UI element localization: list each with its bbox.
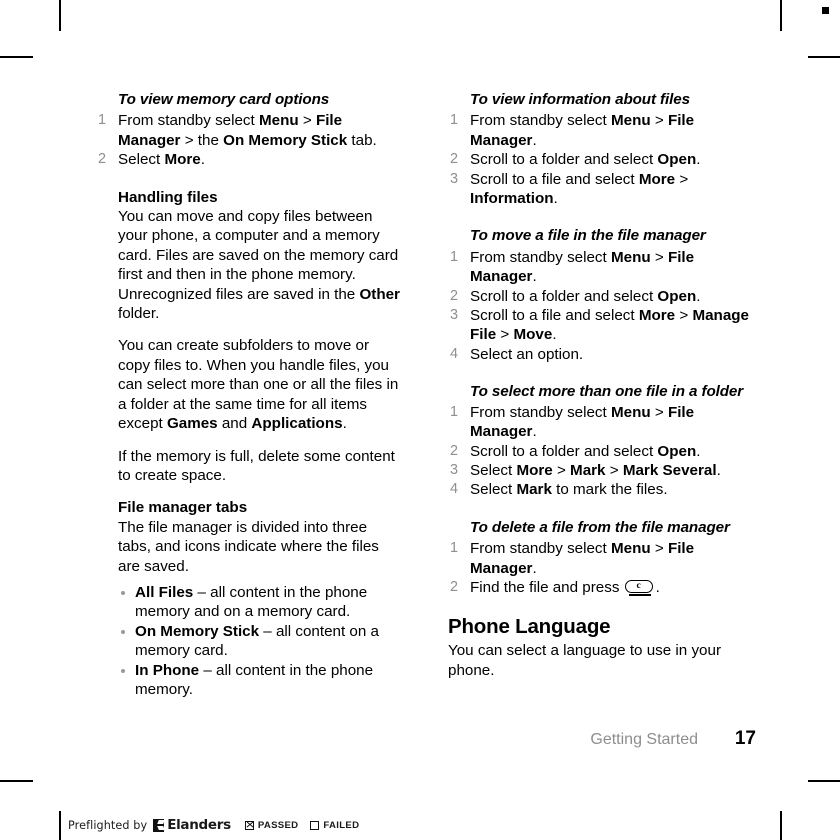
step-text: Select More > Mark > Mark Several. <box>470 461 721 479</box>
step-number: 2 <box>450 578 459 595</box>
step-text: Scroll to a folder and select Open. <box>470 151 701 169</box>
step-text: Find the file and press c. <box>470 578 660 596</box>
procedure-step: 1 From standby select Menu > File Manager… <box>448 403 756 442</box>
preflight-label: Preflighted by <box>68 818 148 832</box>
procedure-steps: 1 From standby select Menu > File Manager… <box>448 403 756 500</box>
procedure-step: 1 From standby select Menu > File Manager… <box>96 111 404 150</box>
step-text: Select More. <box>118 151 205 169</box>
crop-mark-top-left <box>59 0 61 31</box>
footer-chapter-name: Getting Started <box>590 731 698 748</box>
procedure-step: 1 From standby select Menu > File Manager… <box>448 539 756 578</box>
procedure-step: 4 Select Mark to mark the files. <box>448 480 756 499</box>
procedure-step: 2 Scroll to a folder and select Open. <box>448 150 756 169</box>
failed-checkbox-icon <box>310 820 320 830</box>
step-number: 3 <box>450 170 459 187</box>
crop-mark-bottom-left <box>59 811 61 840</box>
left-column: To view memory card options 1 From standb… <box>96 90 404 699</box>
page-footer: Getting Started 17 <box>0 728 756 750</box>
step-number: 2 <box>450 442 459 459</box>
procedure-title: To move a file in the file manager <box>470 227 706 245</box>
step-text: Scroll to a file and select More > Infor… <box>470 170 689 208</box>
crop-mark-top-right <box>780 0 782 31</box>
step-text: Scroll to a folder and select Open. <box>470 442 701 460</box>
step-text: From standby select Menu > File Manager. <box>470 540 695 577</box>
elanders-wordmark: Elanders <box>167 817 231 833</box>
step-number: 3 <box>450 461 459 478</box>
step-text: Select Mark to mark the files. <box>470 481 668 499</box>
elanders-logo: Elanders <box>153 817 231 833</box>
section-heading-phone-language: Phone Language <box>448 615 611 639</box>
passed-label: PASSED <box>257 819 299 831</box>
step-number: 2 <box>450 287 459 304</box>
procedure-step: 3 Scroll to a file and select More > Info… <box>448 170 756 209</box>
step-text: Scroll to a file and select More > Manag… <box>470 307 749 344</box>
step-number: 1 <box>450 248 459 265</box>
footer-page-number: 17 <box>734 728 756 749</box>
clear-key-shadow <box>628 593 651 596</box>
step-number: 1 <box>450 112 459 129</box>
procedure-title: To delete a file from the file manager <box>470 518 730 536</box>
step-number: 4 <box>450 481 459 498</box>
procedure-step: 4 Select an option. <box>448 345 756 364</box>
procedure-title: To select more than one file in a folder <box>470 383 744 401</box>
procedure-step: 3 Scroll to a file and select More > Mana… <box>448 306 756 345</box>
clear-key-icon: c <box>624 579 655 596</box>
step-text: From standby select Menu > File Manager … <box>118 112 377 149</box>
preflight-status: PASSED FAILED <box>244 819 371 831</box>
step-text: Select an option. <box>470 345 584 363</box>
page-columns: To view memory card options 1 From standb… <box>96 90 756 699</box>
paragraph: The file manager is divided into three t… <box>118 518 379 575</box>
step-number: 3 <box>450 307 459 324</box>
step-number: 2 <box>450 151 459 168</box>
subheading-file-manager-tabs: File manager tabs <box>118 499 248 517</box>
step-number: 1 <box>450 540 459 557</box>
step-number: 4 <box>450 345 459 362</box>
step-number: 2 <box>98 151 107 168</box>
elanders-mark-icon <box>153 818 165 832</box>
right-column: To view information about files 1 From st… <box>448 90 756 699</box>
procedure-title: To view memory card options <box>118 91 330 108</box>
procedure-steps: 1 From standby select Menu > File Manager… <box>96 111 404 169</box>
paragraph: You can move and copy files between your… <box>118 208 400 323</box>
step-text: From standby select Menu > File Manager. <box>470 248 695 286</box>
step-number: 1 <box>98 112 107 129</box>
procedure-step: 1 From standby select Menu > File Manager… <box>448 248 756 287</box>
procedure-title: To view information about files <box>470 91 690 108</box>
tab-bullet-list: All Files – all content in the phone mem… <box>96 583 404 699</box>
step-text: From standby select Menu > File Manager. <box>470 403 695 441</box>
subheading-handling-files: Handling files <box>118 188 218 206</box>
procedure-step: 2 Scroll to a folder and select Open. <box>448 287 756 306</box>
list-item: All Files – all content in the phone mem… <box>118 583 404 622</box>
step-text: Scroll to a folder and select Open. <box>470 287 701 305</box>
list-item: On Memory Stick – all content on a memor… <box>118 622 404 661</box>
procedure-steps: 1 From standby select Menu > File Manager… <box>448 248 756 364</box>
crop-mark-left-bottom <box>0 780 33 782</box>
procedure-steps: 1 From standby select Menu > File Manager… <box>448 539 756 597</box>
procedure-step: 2 Scroll to a folder and select Open. <box>448 442 756 461</box>
procedure-step: 2 Select More. <box>96 150 404 169</box>
procedure-step: 2 Find the file and press c. <box>448 578 756 597</box>
manual-page: To view memory card options 1 From standb… <box>0 0 840 840</box>
crop-mark-left-top <box>0 56 33 58</box>
step-text: From standby select Menu > File Manager. <box>470 112 695 149</box>
crop-mark-right-bottom <box>808 780 840 782</box>
paragraph: You can create subfolders to move or cop… <box>118 337 399 433</box>
registration-mark-icon <box>822 7 829 14</box>
failed-label: FAILED <box>323 819 360 831</box>
paragraph: If the memory is full, delete some conte… <box>118 447 395 484</box>
clear-key-label: c <box>624 579 653 593</box>
crop-mark-right-top <box>808 56 840 58</box>
passed-checkbox-icon <box>244 820 254 830</box>
paragraph: You can select a language to use in your… <box>448 642 722 679</box>
procedure-step: 1 From standby select Menu > File Manager… <box>448 111 756 150</box>
preflight-bar: Preflighted by Elanders PASSED FAILED <box>68 817 371 833</box>
crop-mark-bottom-right <box>780 811 782 840</box>
procedure-steps: 1 From standby select Menu > File Manager… <box>448 111 756 208</box>
list-item: In Phone – all content in the phone memo… <box>118 661 404 700</box>
step-number: 1 <box>450 403 459 420</box>
procedure-step: 3 Select More > Mark > Mark Several. <box>448 461 756 480</box>
